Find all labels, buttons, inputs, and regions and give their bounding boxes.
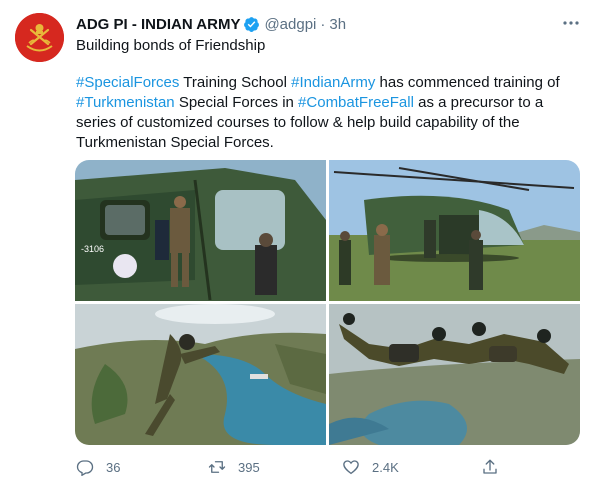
separator-dot: ·	[320, 15, 326, 33]
profile-avatar[interactable]	[15, 13, 64, 62]
reply-icon	[76, 460, 94, 476]
photo-group-skydive[interactable]	[329, 304, 580, 445]
reply-count: 36	[106, 459, 121, 475]
heart-icon	[343, 460, 359, 475]
verified-badge-icon	[244, 16, 260, 32]
tweet-body: #SpecialForces Training School #IndianAr…	[76, 73, 576, 153]
like-count: 2.4K	[372, 459, 399, 475]
tweet-card[interactable]: ADG PI - INDIAN ARMY @adgpi · 3h Buildin…	[0, 0, 595, 490]
army-emblem-icon	[15, 13, 64, 62]
tweet-header: ADG PI - INDIAN ARMY @adgpi · 3h	[76, 14, 346, 34]
like-button[interactable]: 2.4K	[342, 456, 399, 478]
share-icon	[483, 459, 497, 474]
tweet-subtitle: Building bonds of Friendship	[76, 37, 266, 54]
photo-helicopter-closeup[interactable]: -3106	[75, 160, 326, 301]
more-dots-icon[interactable]	[561, 13, 581, 33]
media-grid: -3106	[75, 160, 580, 445]
photo-helicopter-field[interactable]	[329, 160, 580, 301]
photo-freefall-lake[interactable]	[75, 304, 326, 445]
retweet-icon	[208, 461, 226, 473]
tweet-time[interactable]: 3h	[329, 16, 346, 33]
body-text-1: Training School	[179, 74, 292, 91]
hashtag-special-forces[interactable]: #SpecialForces	[76, 74, 179, 91]
share-button[interactable]	[481, 456, 499, 478]
reply-button[interactable]: 36	[76, 456, 120, 478]
body-text-2: has commenced training of	[375, 74, 560, 91]
author-name[interactable]: ADG PI - INDIAN ARMY	[76, 16, 240, 33]
tweet-actions: 36 395 2.4K	[76, 456, 576, 478]
author-handle[interactable]: @adgpi	[264, 16, 316, 33]
body-text-3: Special Forces in	[174, 94, 299, 111]
hashtag-indian-army[interactable]: #IndianArmy	[291, 74, 375, 91]
hashtag-turkmenistan[interactable]: #Turkmenistan	[76, 94, 175, 111]
retweet-button[interactable]: 395	[208, 456, 260, 478]
retweet-count: 395	[238, 459, 260, 475]
svg-text:-3106: -3106	[81, 244, 104, 254]
hashtag-combat-free-fall[interactable]: #CombatFreeFall	[298, 94, 414, 111]
